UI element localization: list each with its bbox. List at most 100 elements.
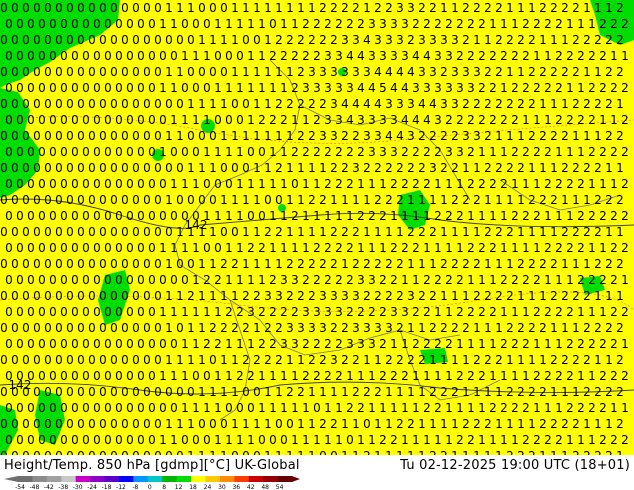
temperature-digit: 3 <box>429 161 437 175</box>
temperature-digit: 1 <box>390 209 398 223</box>
temperature-digit: 3 <box>423 81 431 95</box>
temperature-digit: 4 <box>368 81 376 95</box>
temperature-digit: 1 <box>385 417 393 431</box>
temperature-digit: 1 <box>165 257 173 271</box>
temperature-digit: 1 <box>511 369 519 383</box>
temperature-digit: 2 <box>484 289 492 303</box>
temperature-digit: 3 <box>374 33 382 47</box>
colorbar-arrow-right <box>292 476 300 482</box>
temperature-digit: 1 <box>264 257 272 271</box>
temperature-digit: 2 <box>495 33 503 47</box>
temperature-digit: 1 <box>577 81 585 95</box>
temperature-digit: 3 <box>335 113 343 127</box>
temperature-digit: 0 <box>104 433 112 447</box>
temperature-digit: 2 <box>550 1 558 15</box>
temperature-digit: 1 <box>539 225 547 239</box>
temperature-digit: 1 <box>225 209 233 223</box>
temperature-digit: 0 <box>126 113 134 127</box>
temperature-digit: 2 <box>495 97 503 111</box>
temperature-digit: 1 <box>187 321 195 335</box>
temperature-digit: 0 <box>55 33 63 47</box>
temperature-digit: 2 <box>440 257 448 271</box>
temperature-digit: 1 <box>297 193 305 207</box>
temperature-digit: 1 <box>374 353 382 367</box>
temperature-digit: 2 <box>297 257 305 271</box>
temperature-digit: 0 <box>71 337 79 351</box>
temperature-digit: 0 <box>110 257 118 271</box>
temperature-digit: 0 <box>82 337 90 351</box>
temperature-digit: 2 <box>561 65 569 79</box>
temperature-digit: 1 <box>489 17 497 31</box>
temperature-digit: 0 <box>104 49 112 63</box>
temperature-digit: 0 <box>16 17 24 31</box>
temperature-digit: 0 <box>99 1 107 15</box>
temperature-digit: 3 <box>390 49 398 63</box>
temperature-digit: 3 <box>374 321 382 335</box>
temperature-digit: 2 <box>528 33 536 47</box>
temperature-digit: 0 <box>154 129 162 143</box>
temperature-digit: 0 <box>132 385 140 399</box>
temperature-digit: 0 <box>192 369 200 383</box>
temperature-digit: 0 <box>187 65 195 79</box>
temperature-digit: 0 <box>38 113 46 127</box>
temperature-digit: 0 <box>71 369 79 383</box>
temperature-digit: 0 <box>27 145 35 159</box>
temperature-digit: 0 <box>55 289 63 303</box>
temperature-digit: 1 <box>291 113 299 127</box>
temperature-digit: 1 <box>610 401 618 415</box>
temperature-digit: 3 <box>346 81 354 95</box>
temperature-digit: 0 <box>104 17 112 31</box>
temperature-digit: 2 <box>220 257 228 271</box>
temperature-digit: 1 <box>522 177 530 191</box>
temperature-digit: 2 <box>577 401 585 415</box>
temperature-digit: 2 <box>412 337 420 351</box>
temperature-digit: 2 <box>566 241 574 255</box>
temperature-digit: 2 <box>555 113 563 127</box>
temperature-digit: 2 <box>335 241 343 255</box>
temperature-digit: 0 <box>104 81 112 95</box>
temperature-digit: 1 <box>577 145 585 159</box>
temperature-digit: 0 <box>143 417 151 431</box>
temperature-digit: 0 <box>121 289 129 303</box>
temperature-digit: 1 <box>280 241 288 255</box>
temperature-digit: 1 <box>588 17 596 31</box>
temperature-digit: 2 <box>588 145 596 159</box>
temperature-digit: 0 <box>33 161 41 175</box>
temperature-digit: 0 <box>104 177 112 191</box>
temperature-digit: 0 <box>143 385 151 399</box>
temperature-digit: 2 <box>297 65 305 79</box>
temperature-digit: 1 <box>566 433 574 447</box>
temperature-digit: 0 <box>121 193 129 207</box>
temperature-digit: 2 <box>561 289 569 303</box>
temperature-digit: 0 <box>49 241 57 255</box>
temperature-digit: 1 <box>280 177 288 191</box>
temperature-digit: 2 <box>456 305 464 319</box>
temperature-digit: 2 <box>572 33 580 47</box>
temperature-digit: 0 <box>231 225 239 239</box>
temperature-digit: 3 <box>264 289 272 303</box>
temperature-digit: 0 <box>253 385 261 399</box>
temperature-digit: 3 <box>473 129 481 143</box>
temperature-digit: 4 <box>357 49 365 63</box>
temperature-digit: 2 <box>539 129 547 143</box>
temperature-digit: 1 <box>478 273 486 287</box>
temperature-digit: 3 <box>396 33 404 47</box>
temperature-digit: 2 <box>385 353 393 367</box>
temperature-digit: 0 <box>126 369 134 383</box>
colorbar-segment <box>263 476 278 482</box>
temperature-digit: 0 <box>11 225 19 239</box>
temperature-digit: 0 <box>104 241 112 255</box>
temperature-digit: 2 <box>286 33 294 47</box>
temperature-digit: 0 <box>82 401 90 415</box>
temperature-digit: 0 <box>49 401 57 415</box>
temperature-digit: 1 <box>357 177 365 191</box>
temperature-digit: 2 <box>434 273 442 287</box>
temperature-digit: 2 <box>621 209 629 223</box>
temperature-digit: 1 <box>583 1 591 15</box>
temperature-digit: 2 <box>528 129 536 143</box>
temperature-digit: 2 <box>566 113 574 127</box>
temperature-digit: 0 <box>93 49 101 63</box>
temperature-digit: 2 <box>522 145 530 159</box>
temperature-digit: 1 <box>412 433 420 447</box>
temperature-digit: 1 <box>220 289 228 303</box>
